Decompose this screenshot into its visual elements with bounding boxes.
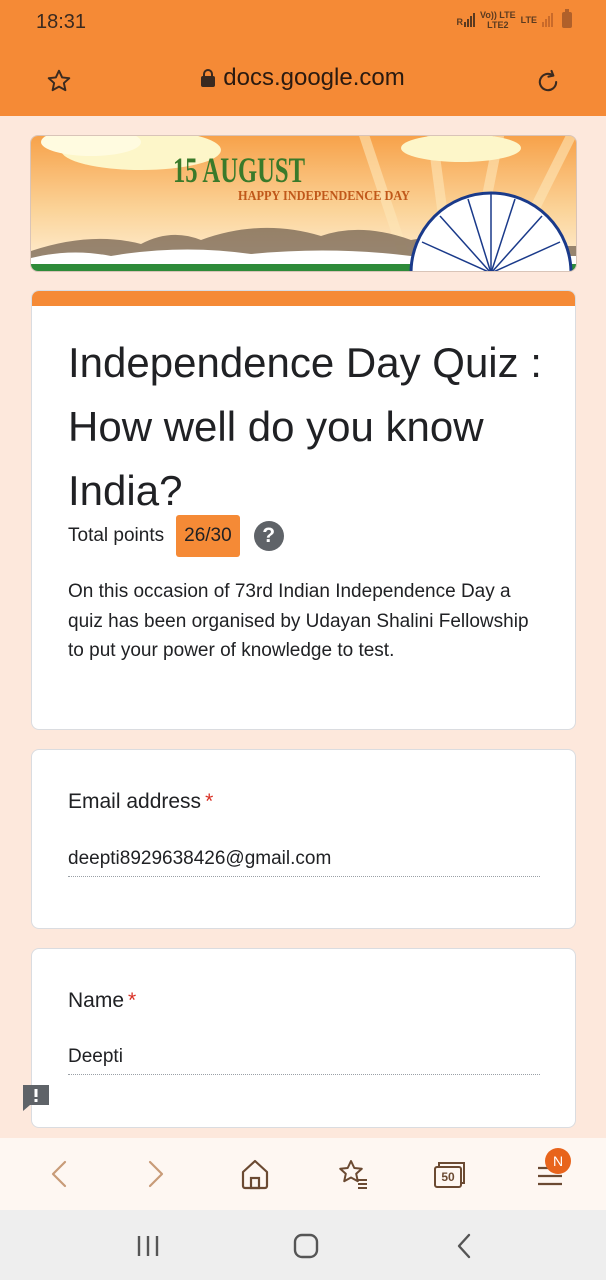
notification-badge: N xyxy=(545,1148,571,1174)
form-header-image: 15 AUGUST HAPPY INDEPENDENCE DAY xyxy=(30,135,577,272)
tabs-count: 50 xyxy=(441,1170,455,1184)
help-icon[interactable]: ? xyxy=(253,521,284,551)
question-label: Email address * xyxy=(68,790,214,813)
email-field[interactable]: deepti8929638426@gmail.com xyxy=(68,848,540,877)
network-type-labels: Vo)) LTE LTE2 xyxy=(479,10,516,30)
banner-subtitle: HAPPY INDEPENDENCE DAY xyxy=(238,189,410,204)
browser-bottom-nav: 50 xyxy=(0,1138,606,1210)
name-field[interactable]: Deepti xyxy=(68,1046,540,1075)
question-card-email: Email address * deepti8929638426@gmail.co… xyxy=(31,749,576,929)
required-asterisk: * xyxy=(205,790,214,813)
signal-icon: R xyxy=(456,13,475,27)
status-icons: R Vo)) LTE LTE2 LTE xyxy=(456,9,572,30)
address-field[interactable]: docs.google.com xyxy=(0,64,606,92)
home-button-icon[interactable] xyxy=(292,1232,320,1265)
forward-icon[interactable] xyxy=(143,1156,169,1197)
signal-icon: LTE xyxy=(520,15,537,25)
battery-icon xyxy=(562,9,572,28)
form-description: On this occasion of 73rd Indian Independ… xyxy=(68,581,529,661)
lock-icon xyxy=(201,69,216,87)
points-badge: 26/30 xyxy=(176,515,240,557)
browser-url-bar: docs.google.com xyxy=(0,44,606,116)
tabs-icon[interactable]: 50 xyxy=(432,1156,466,1197)
bookmarks-icon[interactable] xyxy=(336,1156,370,1197)
back-icon[interactable] xyxy=(46,1156,72,1197)
question-card-name: Name * Deepti xyxy=(31,948,576,1128)
total-points-row: Total points 26/30 ? xyxy=(68,515,284,557)
banner-title: 15 AUGUST xyxy=(173,150,305,190)
accent-strip xyxy=(32,291,575,306)
form-title: Independence Day Quiz : How well do you … xyxy=(68,339,542,514)
reload-icon[interactable] xyxy=(534,68,562,101)
system-nav-bar xyxy=(0,1210,606,1280)
home-icon[interactable] xyxy=(238,1156,272,1197)
system-back-icon[interactable] xyxy=(454,1232,474,1265)
points-label: Total points xyxy=(68,525,165,546)
feedback-icon[interactable] xyxy=(21,1083,51,1118)
status-time: 18:31 xyxy=(36,11,87,33)
form-title-card: Independence Day Quiz : How well do you … xyxy=(31,290,576,730)
url-text[interactable]: docs.google.com xyxy=(223,64,404,92)
required-asterisk: * xyxy=(128,989,137,1012)
question-label: Name * xyxy=(68,989,137,1012)
status-bar: 18:31 R Vo)) LTE LTE2 LTE xyxy=(0,0,606,44)
signal-bars-icon xyxy=(542,13,553,27)
recents-icon[interactable] xyxy=(135,1232,161,1265)
